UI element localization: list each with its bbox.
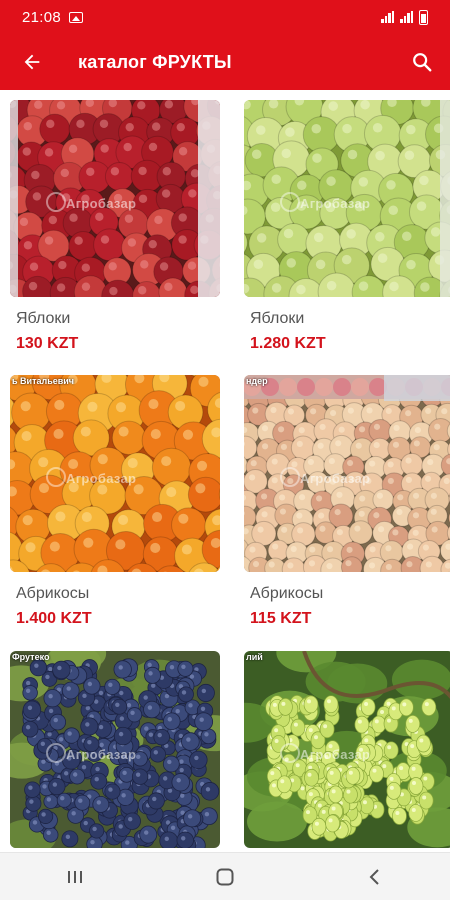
product-name: Абрикосы <box>250 585 324 603</box>
product-card[interactable]: ь Витальевич Агробазар Абрикосы 1.400 KZ… <box>10 375 220 646</box>
image-icon <box>69 11 84 23</box>
watermark-logo <box>46 742 66 763</box>
product-name: Абрикосы <box>16 585 90 603</box>
product-image: ь Витальевич Агробазар <box>10 375 220 573</box>
watermark-logo <box>280 192 300 212</box>
signal-icon <box>400 11 413 23</box>
watermark: Агробазар <box>300 196 371 211</box>
product-price: 130 KZT <box>16 335 79 352</box>
photo-caption: ь Витальевич <box>12 376 75 387</box>
watermark-logo <box>46 192 66 212</box>
recent-apps-button[interactable] <box>45 857 105 897</box>
product-image: ндер Агробазар <box>244 375 450 573</box>
back-button[interactable] <box>0 34 64 90</box>
watermark: Агробазар <box>66 746 137 762</box>
product-price: 1.280 KZT <box>250 335 326 352</box>
status-time: 21:08 <box>22 8 62 26</box>
photo-caption: Фрутеко <box>12 651 50 662</box>
search-icon <box>413 53 432 72</box>
search-button[interactable] <box>394 34 450 90</box>
product-grid: Агробазар Яблоки 130 KZT Агробазар Яблок… <box>0 90 450 852</box>
watermark: Агробазар <box>300 471 371 487</box>
product-name: Яблоки <box>250 310 305 327</box>
signal-icon <box>381 11 394 23</box>
watermark: Агробазар <box>66 196 137 211</box>
home-button[interactable] <box>195 857 255 897</box>
watermark: Агробазар <box>66 471 137 487</box>
arrow-left-icon <box>24 54 40 70</box>
recent-apps-icon <box>68 870 82 883</box>
system-back-button[interactable] <box>345 857 405 897</box>
product-card[interactable]: лий Агробазар <box>244 650 450 852</box>
battery-icon <box>419 9 428 25</box>
system-nav-bar <box>0 852 450 900</box>
watermark-logo <box>280 742 300 763</box>
product-price: 115 KZT <box>250 610 312 628</box>
back-icon <box>369 868 379 885</box>
photo-caption: лий <box>246 651 263 662</box>
product-name: Яблоки <box>16 310 71 327</box>
product-card[interactable]: ндер Агробазар Абрикосы 115 KZT <box>244 375 450 646</box>
app-bar: каталог ФРУКТЫ <box>0 34 450 90</box>
product-image: лий Агробазар <box>244 650 450 848</box>
product-card[interactable]: Фрутеко Агробазар <box>10 650 220 852</box>
product-card[interactable]: Агробазар Яблоки 1.280 KZT <box>244 100 450 371</box>
status-bar: 21:08 <box>0 0 450 34</box>
product-image: Агробазар <box>10 100 220 297</box>
watermark: Агробазар <box>300 746 371 762</box>
status-icons <box>381 9 428 25</box>
product-price: 1.400 KZT <box>16 610 92 628</box>
home-icon <box>216 868 234 885</box>
product-image: Агробазар <box>244 100 450 297</box>
product-image: Фрутеко Агробазар <box>10 650 220 848</box>
photo-caption: ндер <box>246 376 268 387</box>
product-card[interactable]: Агробазар Яблоки 130 KZT <box>10 100 220 371</box>
page-title: каталог ФРУКТЫ <box>78 51 232 72</box>
